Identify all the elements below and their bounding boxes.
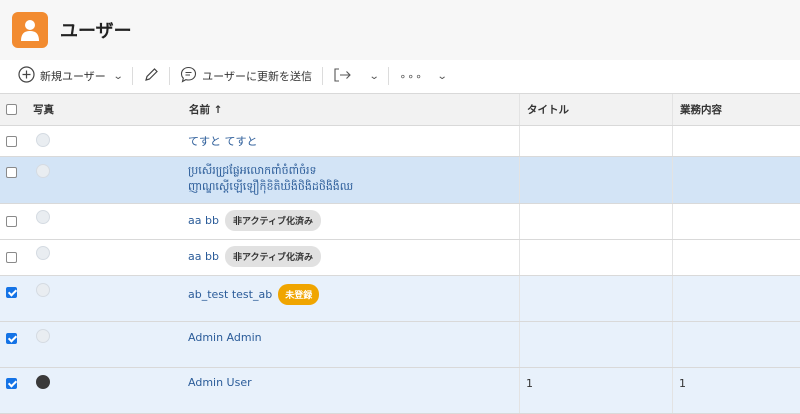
user-name-line: ញាណ្ឌស្តើឡើឡឿកុិខិតិឃិងិថិងិដថិងិងិឈ [188,180,354,193]
new-user-button[interactable]: 新規ユーザー ⌄ [18,66,124,86]
row-checkbox[interactable] [6,252,17,263]
user-name-line: ប្រសើរជ្រ្រផ្លែអលោកពាំចំពាំចំរទ [188,164,317,177]
table-row[interactable]: aa bb 非アクティブ化済み [0,204,800,240]
users-table: 写真 名前 ↑ タイトル 業務内容 てすと てすと ប្រសើរជ្រ្រផ្ល… [0,93,800,414]
table-row[interactable]: Admin Admin [0,322,800,368]
avatar [36,133,50,147]
user-name-link[interactable]: aa bb [188,250,219,263]
column-header-photo[interactable]: 写真 [26,94,182,125]
row-checkbox[interactable] [6,378,17,389]
new-user-label: 新規ユーザー [40,70,106,83]
table-row[interactable]: ab_test test_ab 未登録 [0,276,800,322]
toolbar-divider [321,67,323,85]
select-all-checkbox[interactable] [6,104,17,115]
chevron-down-icon: ⌄ [436,70,448,82]
column-header-duty[interactable]: 業務内容 [673,94,800,125]
toolbar-divider [132,67,134,85]
avatar [36,283,50,297]
chevron-down-icon: ⌄ [368,70,380,82]
avatar [36,164,50,178]
status-badge: 非アクティブ化済み [224,210,321,231]
plus-circle-icon [18,66,35,86]
export-button[interactable]: ⌄ [333,67,380,86]
more-options-button[interactable]: ∘∘∘ ⌄ [399,69,448,83]
status-badge: 未登録 [278,284,320,305]
user-name-link[interactable]: ប្រសើរជ្រ្រផ្លែអលោកពាំចំពាំចំរទ ញាណ្ឌស្ត… [188,163,353,195]
status-badge: 非アクティブ化済み [224,246,321,267]
row-checkbox[interactable] [6,287,17,298]
user-name-link[interactable]: Admin Admin [188,331,262,344]
chevron-down-icon: ⌄ [112,70,124,82]
row-checkbox[interactable] [6,216,17,227]
select-all-cell [0,94,26,125]
pencil-icon [143,67,159,86]
user-name-link[interactable]: aa bb [188,214,219,227]
table-row[interactable]: Admin User 1 1 [0,368,800,414]
avatar [36,375,50,389]
table-header-row: 写真 名前 ↑ タイトル 業務内容 [0,93,800,126]
toolbar-divider [388,67,390,85]
toolbar-divider [169,67,171,85]
page-header: ユーザー [0,0,800,60]
title-value: 1 [526,377,533,390]
row-checkbox[interactable] [6,333,17,344]
avatar [36,210,50,224]
user-app-icon [12,12,48,48]
row-checkbox[interactable] [6,167,17,178]
chat-bubble-icon [180,66,197,86]
duty-value: 1 [679,377,686,390]
export-icon [333,67,353,86]
user-name-link[interactable]: ab_test test_ab [188,288,272,301]
send-update-label: ユーザーに更新を送信 [202,70,312,83]
toolbar: 新規ユーザー ⌄ ユーザーに更新を送信 ⌄ ∘∘∘ ⌄ [0,60,800,92]
user-name-link[interactable]: てすと てすと [188,133,258,149]
more-dots-icon: ∘∘∘ [399,69,424,83]
send-update-button[interactable]: ユーザーに更新を送信 [180,66,312,86]
column-header-title[interactable]: タイトル [520,94,673,125]
page-title: ユーザー [60,21,132,42]
edit-button[interactable] [143,67,159,86]
user-name-link[interactable]: Admin User [188,376,252,389]
column-header-name[interactable]: 名前 ↑ [182,94,520,125]
row-checkbox[interactable] [6,136,17,147]
avatar [36,329,50,343]
table-row[interactable]: ប្រសើរជ្រ្រផ្លែអលោកពាំចំពាំចំរទ ញាណ្ឌស្ត… [0,157,800,204]
table-row[interactable]: aa bb 非アクティブ化済み [0,240,800,276]
table-row[interactable]: てすと てすと [0,126,800,157]
avatar [36,246,50,260]
